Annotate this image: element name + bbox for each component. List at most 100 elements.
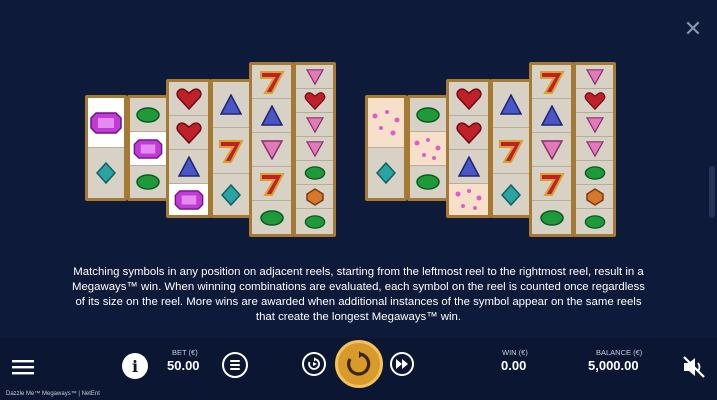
symbol-cell [296,113,333,137]
seven-symbol [499,139,524,163]
green-gem-symbol [584,165,605,180]
sound-off-icon [683,356,705,378]
symbol-cell [296,185,333,209]
info-icon: i [131,356,139,376]
reel [365,95,407,201]
symbol-cell [130,98,166,132]
reel [529,62,574,237]
purple-gem-symbol [90,111,122,134]
blue-triangle-symbol [500,93,522,115]
reel [573,62,616,237]
symbol-cell [368,148,404,198]
autoplay-icon [308,357,320,370]
symbol-cell [576,113,613,137]
help-description: Matching symbols in any position on adja… [71,266,645,323]
symbol-cell [169,184,208,215]
pink-triangle-symbol [585,140,604,157]
symbol-cell [169,150,208,184]
pink-triangle-symbol [585,68,604,85]
red-heart-symbol [455,87,482,110]
symbol-cell [296,137,333,161]
symbol-cell [252,133,291,167]
menu-icon [12,360,34,375]
symbol-cell [88,148,124,198]
reel [293,62,336,237]
win-label: WIN (€) [502,348,528,357]
symbol-cell [213,128,249,174]
scrollbar[interactable] [709,166,715,218]
symbol-cell [576,209,613,234]
symbol-cell [213,174,249,215]
symbol-cell [493,128,529,174]
bet-value: 50.00 [167,358,200,373]
blue-triangle-symbol [260,104,283,126]
red-heart-symbol [304,91,325,110]
reel [490,79,532,218]
symbol-cell [576,65,613,89]
purple-gem-symbol [133,138,163,159]
close-button[interactable]: ✕ [682,18,704,40]
blue-triangle-symbol [177,155,200,177]
blue-triangle-symbol [220,93,242,115]
teal-gem-symbol [96,162,116,184]
symbol-cell [368,98,404,148]
symbol-cell [169,82,208,116]
green-gem-symbol [584,214,605,229]
red-heart-symbol [455,121,482,144]
green-gem-symbol [136,106,160,123]
spin-button[interactable] [335,340,383,388]
green-gem-symbol [259,209,284,226]
red-heart-symbol [175,87,202,110]
symbol-cell [410,98,446,132]
reel [407,95,449,201]
balance-label: BALANCE (€) [596,348,643,357]
reel [85,95,127,201]
green-gem-symbol [416,106,440,123]
blue-triangle-symbol [540,104,563,126]
symbol-cell [449,82,488,116]
teal-gem-symbol [221,183,241,206]
symbol-cell [576,185,613,209]
symbol-cell [576,161,613,185]
coin-stack-icon [230,360,240,370]
symbol-cell [532,167,571,201]
fast-play-button[interactable] [390,352,414,376]
pink-triangle-symbol [305,68,324,85]
symbol-cell [493,82,529,128]
spin-icon [347,351,371,376]
symbol-cell [493,174,529,215]
seven-symbol [259,172,285,196]
balance-value: 5,000.00 [588,358,639,373]
seven-symbol [219,139,244,163]
game-title-footer: Dazzle Me™ Megaways™ | NetEnt [6,391,100,397]
menu-button[interactable] [12,358,34,376]
bet-settings-button[interactable] [222,352,248,378]
reel [249,62,294,237]
symbol-cell [410,132,446,166]
symbol-cell [252,167,291,201]
pink-triangle-symbol [585,116,604,133]
info-button[interactable]: i [122,353,148,379]
symbol-cell [532,201,571,234]
orange-gem-symbol [585,187,604,206]
symbol-cell [410,166,446,198]
teal-gem-symbol [501,183,521,206]
symbol-cell [296,161,333,185]
symbol-cell [213,82,249,128]
symbol-cell [449,150,488,184]
green-gem-symbol [304,214,325,229]
reel [127,95,169,201]
orange-gem-symbol [305,187,324,206]
fast-play-icon [396,359,408,369]
pink-triangle-symbol [540,139,563,160]
symbol-cell [88,98,124,148]
sparkle-effect [372,109,400,135]
symbol-cell [252,201,291,234]
sound-toggle-button[interactable] [682,356,706,378]
symbol-cell [449,184,488,215]
autoplay-button[interactable] [302,352,326,376]
reel [446,79,491,218]
teal-gem-symbol [376,162,396,184]
symbol-cell [296,89,333,113]
seven-symbol [539,70,565,94]
